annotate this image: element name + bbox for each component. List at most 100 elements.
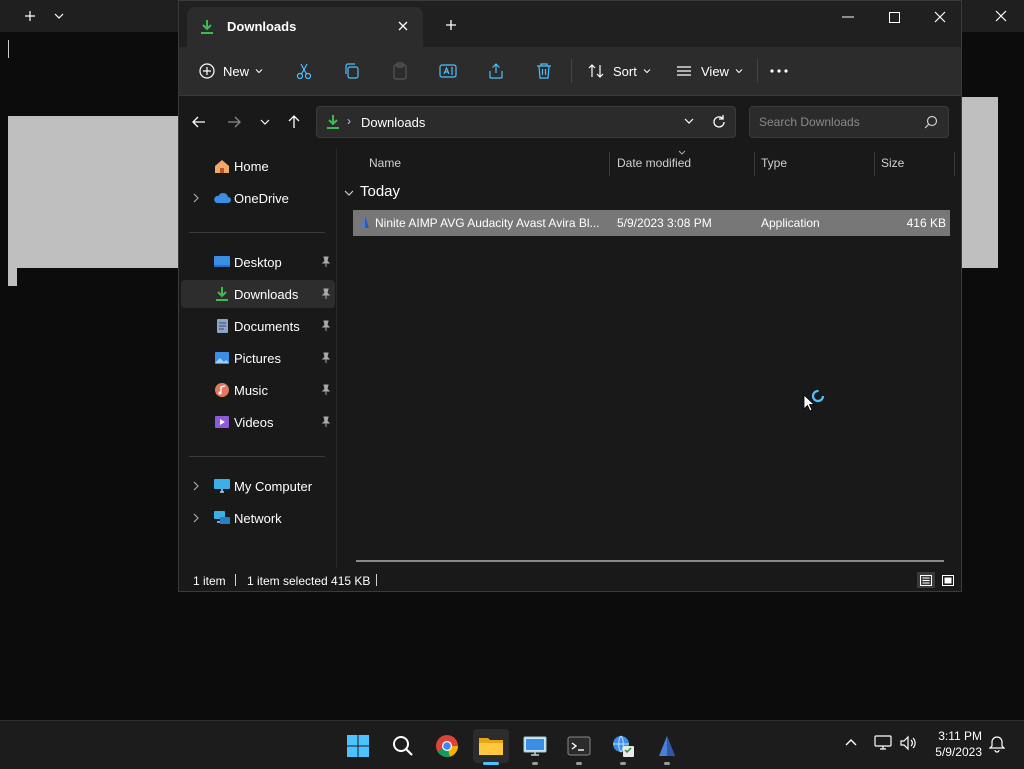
rename-button[interactable]	[439, 57, 457, 85]
sidebar-item-my-computer[interactable]: My Computer	[181, 472, 335, 500]
view-lines-icon	[675, 62, 693, 80]
sidebar-item-desktop[interactable]: Desktop	[181, 248, 335, 276]
collapse-chevron-icon[interactable]	[344, 189, 354, 197]
refresh-icon[interactable]	[711, 114, 727, 130]
column-divider[interactable]	[754, 152, 755, 176]
navigation-pane: Home OneDrive Desktop Downloads Document…	[179, 148, 335, 568]
back-arrow-icon[interactable]	[187, 110, 211, 134]
details-view-icon[interactable]	[917, 572, 935, 588]
taskbar-chrome[interactable]	[429, 729, 465, 763]
column-divider[interactable]	[609, 152, 610, 176]
network-status-icon[interactable]	[874, 735, 892, 751]
close-tab-icon[interactable]	[393, 16, 413, 36]
taskbar-ninite-installer[interactable]	[649, 729, 685, 765]
pin-icon	[321, 352, 331, 364]
maximize-icon[interactable]	[871, 3, 917, 31]
cut-button[interactable]	[295, 57, 313, 85]
download-icon	[213, 286, 231, 302]
sidebar-label: Pictures	[234, 351, 281, 366]
clock[interactable]: 3:11 PM 5/9/2023	[926, 728, 982, 760]
sidebar-item-videos[interactable]: Videos	[181, 408, 335, 436]
share-icon	[487, 62, 505, 80]
sidebar-label: OneDrive	[234, 191, 289, 206]
sidebar-item-pictures[interactable]: Pictures	[181, 344, 335, 372]
expand-chevron-icon[interactable]	[192, 513, 200, 523]
paste-button[interactable]	[391, 57, 409, 85]
pin-icon	[321, 256, 331, 268]
background-panel-edge	[8, 266, 17, 286]
new-tab-icon[interactable]	[441, 15, 461, 35]
column-header-name[interactable]: Name	[369, 156, 401, 170]
taskbar-control-panel[interactable]	[605, 729, 641, 765]
column-divider[interactable]	[954, 152, 955, 176]
new-plus-icon	[199, 63, 215, 79]
sidebar-item-music[interactable]: Music	[181, 376, 335, 404]
volume-icon[interactable]	[899, 735, 917, 751]
column-header-date-modified[interactable]: Date modified	[617, 156, 691, 170]
show-hidden-icons-chevron-icon[interactable]	[844, 735, 858, 749]
close-window-icon[interactable]	[917, 3, 963, 31]
home-icon	[213, 158, 231, 174]
share-button[interactable]	[487, 57, 505, 85]
music-icon	[213, 382, 231, 398]
column-header-type[interactable]: Type	[761, 156, 787, 170]
minimize-icon[interactable]	[825, 3, 871, 31]
terminal-icon	[567, 736, 591, 756]
breadcrumb-separator: ›	[347, 114, 351, 128]
sort-indicator-icon	[678, 150, 686, 155]
address-history-chevron-icon[interactable]	[683, 115, 695, 127]
status-separator	[235, 574, 236, 586]
forward-arrow-icon[interactable]	[222, 110, 246, 134]
column-divider[interactable]	[874, 152, 875, 176]
taskbar-remote-desktop[interactable]	[517, 729, 553, 765]
terminal-dropdown-icon[interactable]	[49, 6, 69, 26]
delete-button[interactable]	[535, 57, 553, 85]
sidebar-item-documents[interactable]: Documents	[181, 312, 335, 340]
taskbar-file-explorer[interactable]	[473, 729, 509, 765]
expand-chevron-icon[interactable]	[192, 193, 200, 203]
address-bar[interactable]: › Downloads	[316, 106, 736, 138]
tab-title: Downloads	[227, 19, 297, 34]
trash-icon	[535, 62, 553, 80]
new-button[interactable]: New	[199, 57, 263, 85]
terminal-close-icon[interactable]	[990, 5, 1012, 27]
background-panel	[8, 116, 180, 268]
notifications-icon[interactable]	[989, 735, 1005, 753]
tab-downloads[interactable]: Downloads	[187, 7, 423, 47]
sidebar-item-onedrive[interactable]: OneDrive	[181, 184, 335, 212]
sidebar-item-network[interactable]: Network	[181, 504, 335, 532]
more-options-button[interactable]	[769, 57, 789, 85]
toolbar-divider	[757, 59, 758, 83]
copy-button[interactable]	[343, 57, 361, 85]
expand-chevron-icon[interactable]	[192, 481, 200, 491]
mouse-pointer-busy-icon	[803, 388, 829, 414]
breadcrumb-downloads[interactable]: Downloads	[361, 115, 425, 130]
search-placeholder: Search Downloads	[759, 115, 860, 129]
sidebar-item-downloads[interactable]: Downloads	[181, 280, 335, 308]
column-header-size[interactable]: Size	[881, 156, 904, 170]
running-indicator	[532, 762, 538, 765]
command-bar: New Sort View	[179, 47, 961, 96]
scissors-icon	[295, 62, 313, 80]
horizontal-scrollbar[interactable]	[356, 560, 944, 562]
sidebar-item-home[interactable]: Home	[181, 152, 335, 180]
view-button[interactable]: View	[675, 57, 743, 85]
more-dots-icon	[769, 68, 789, 74]
search-input[interactable]: Search Downloads	[749, 106, 949, 138]
recent-locations-chevron-icon[interactable]	[253, 110, 277, 134]
tiles-view-icon[interactable]	[939, 572, 957, 588]
file-row-selected[interactable]: Ninite AIMP AVG Audacity Avast Avira Bl.…	[353, 210, 950, 236]
sort-button-label: Sort	[613, 63, 637, 79]
up-arrow-icon[interactable]	[282, 110, 306, 134]
chevron-down-icon	[643, 67, 651, 75]
taskbar-search-button[interactable]	[385, 729, 421, 763]
taskbar-terminal[interactable]	[561, 729, 597, 765]
sort-button[interactable]: Sort	[587, 57, 651, 85]
taskbar: 3:11 PM 5/9/2023	[0, 720, 1024, 769]
pane-splitter[interactable]	[336, 148, 337, 568]
file-name: Ninite AIMP AVG Audacity Avast Avira Bl.…	[375, 216, 600, 230]
address-row: › Downloads Search Downloads	[179, 96, 961, 148]
terminal-new-tab-icon[interactable]	[20, 6, 40, 26]
sidebar-label: Videos	[234, 415, 274, 430]
start-button[interactable]	[340, 729, 376, 763]
